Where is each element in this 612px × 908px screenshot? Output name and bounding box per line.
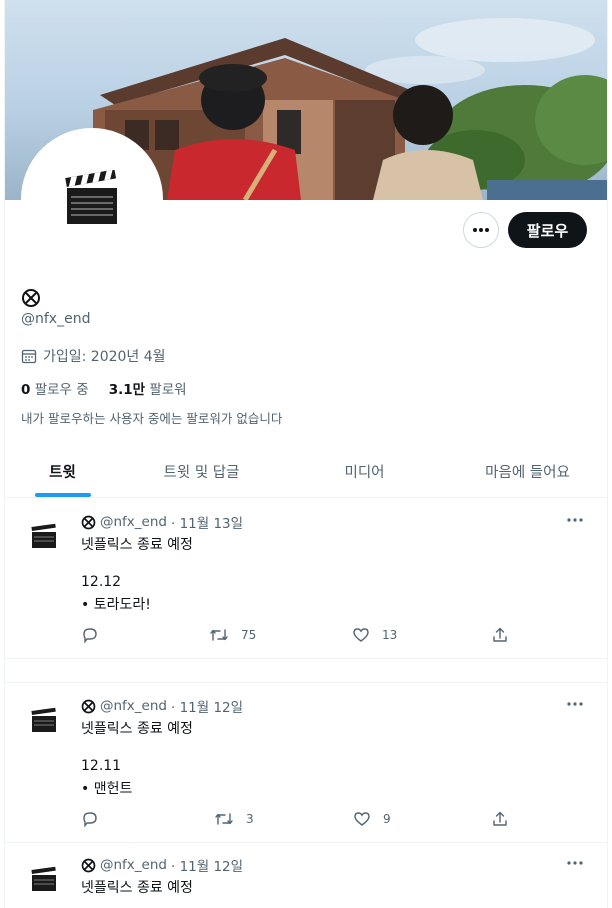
- heart-icon: [354, 812, 370, 826]
- tweet-text-line: 12.11: [81, 758, 122, 774]
- share-button[interactable]: [491, 626, 509, 644]
- tweet-date[interactable]: · 11월 12일: [171, 696, 243, 716]
- like-count: 13: [382, 628, 398, 642]
- join-date-text: 가입일: 2020년 4월: [43, 349, 166, 365]
- tweet-date[interactable]: · 11월 12일: [171, 855, 243, 875]
- share-button[interactable]: [491, 810, 509, 828]
- tweet-header: @nfx_end · 11월 13일: [81, 512, 243, 532]
- tweet-actions: 75 13: [81, 626, 507, 646]
- retweet-icon: [215, 813, 233, 825]
- follow-stats: 0 팔로우 중 3.1만 팔로워: [21, 378, 187, 398]
- profile-avatar[interactable]: [21, 128, 163, 270]
- more-options-button[interactable]: [463, 212, 499, 248]
- retweet-button[interactable]: 75: [209, 626, 256, 644]
- share-icon: [493, 627, 507, 642]
- tweet-text-line: • 맨헌트: [81, 781, 133, 797]
- like-button[interactable]: 9: [353, 810, 391, 828]
- clapperboard-icon[interactable]: [29, 866, 59, 892]
- reply-icon: [83, 628, 97, 644]
- profile-tabs: 트윗 트윗 및 답글 미디어 마음에 들어요: [5, 445, 607, 498]
- profile-page: 팔로우 @nfx_end 가입일: 2020년 4월 0 팔로우 중 3.1만 …: [4, 0, 608, 908]
- tweet-header: @nfx_end · 11월 12일: [81, 855, 243, 875]
- clapperboard-icon[interactable]: [29, 523, 59, 549]
- tweet-handle[interactable]: @nfx_end: [100, 857, 167, 873]
- tweet-more-icon[interactable]: [567, 518, 583, 522]
- retweet-button[interactable]: 3: [214, 810, 254, 828]
- display-name: [21, 288, 41, 312]
- circle-x-icon: [81, 858, 96, 872]
- retweet-count: 75: [241, 628, 257, 642]
- like-count: 9: [383, 812, 391, 826]
- calendar-icon: [21, 349, 37, 364]
- tab-label: 트윗 및 답글: [163, 464, 240, 481]
- tab-label: 트윗: [49, 464, 76, 481]
- tab-label: 마음에 들어요: [485, 464, 570, 481]
- reply-button[interactable]: [81, 810, 99, 828]
- circle-x-icon: [81, 515, 96, 529]
- tweet-text-line: • 토라도라!: [81, 597, 151, 613]
- tweet-actions: 3 9: [81, 810, 507, 830]
- share-icon: [493, 811, 507, 826]
- following-label: 팔로우 중: [34, 382, 89, 398]
- clapperboard-icon[interactable]: [29, 707, 59, 733]
- tweet-item[interactable]: @nfx_end · 11월 12일 넷플릭스 종료 예정 12.11 • 맨헌…: [5, 683, 607, 843]
- heart-icon: [353, 628, 369, 642]
- profile-handle: @nfx_end: [21, 311, 91, 327]
- circle-x-icon: [22, 289, 40, 307]
- like-button[interactable]: 13: [352, 626, 397, 644]
- following-count: 0: [21, 382, 31, 398]
- tweet-text-line: 넷플릭스 종료 예정: [81, 721, 193, 737]
- reply-button[interactable]: [81, 626, 99, 644]
- tweet-item[interactable]: @nfx_end · 11월 12일 넷플릭스 종료 예정: [5, 843, 607, 908]
- tweet-handle[interactable]: @nfx_end: [100, 698, 167, 714]
- tweet-text-line: 넷플릭스 종료 예정: [81, 537, 193, 553]
- reply-icon: [83, 812, 97, 828]
- tweet-date[interactable]: · 11월 13일: [171, 512, 243, 532]
- no-mutual-followers-text: 내가 팔로우하는 사용자 중에는 팔로워가 없습니다: [21, 411, 283, 426]
- tweet-text-line: 12.12: [81, 574, 122, 590]
- tweet-more-icon[interactable]: [567, 861, 583, 865]
- tweet-handle[interactable]: @nfx_end: [100, 514, 167, 530]
- tweet-separator: [5, 659, 607, 683]
- tab-media[interactable]: 미디어: [283, 445, 446, 497]
- tweet-more-icon[interactable]: [567, 702, 583, 706]
- retweet-count: 3: [246, 812, 254, 826]
- followers-label: 팔로워: [149, 382, 187, 398]
- tweet-text-line: 넷플릭스 종료 예정: [81, 880, 193, 896]
- followers-link[interactable]: 3.1만 팔로워: [109, 378, 187, 398]
- tab-tweets[interactable]: 트윗: [5, 445, 120, 497]
- tweet-header: @nfx_end · 11월 12일: [81, 696, 243, 716]
- clapperboard-icon: [65, 170, 117, 224]
- circle-x-icon: [81, 699, 96, 713]
- following-link[interactable]: 0 팔로우 중: [21, 378, 89, 398]
- tab-tweets-replies[interactable]: 트윗 및 답글: [120, 445, 283, 497]
- active-tab-indicator: [35, 493, 91, 497]
- tab-likes[interactable]: 마음에 들어요: [446, 445, 607, 497]
- more-icon: [473, 228, 489, 232]
- followers-count: 3.1만: [108, 382, 146, 398]
- tweet-item[interactable]: @nfx_end · 11월 13일 넷플릭스 종료 예정 12.12 • 토라…: [5, 499, 607, 659]
- follow-button[interactable]: 팔로우: [508, 212, 587, 248]
- retweet-icon: [210, 629, 228, 641]
- join-date: 가입일: 2020년 4월: [21, 346, 166, 366]
- tab-label: 미디어: [344, 464, 385, 481]
